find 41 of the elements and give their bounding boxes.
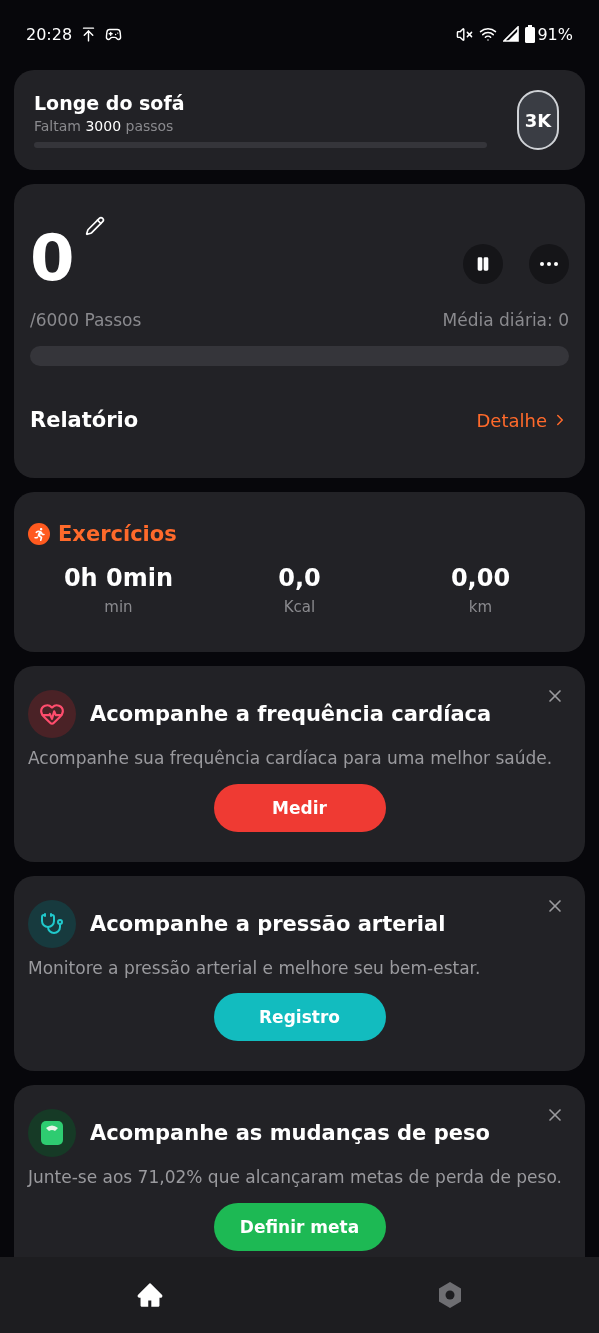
status-time: 20:28 (26, 24, 73, 44)
stat-value: 0h 0min (63, 564, 174, 592)
promo-title: Acompanhe a frequência cardíaca (90, 702, 492, 726)
battery-level: 91% (537, 24, 573, 44)
exercise-title: Exercícios (58, 522, 177, 546)
pause-icon (475, 256, 491, 272)
heart-icon (39, 701, 65, 727)
goal-subtitle: Faltam 3000 passos (34, 118, 175, 134)
stat-value: 0,0 (278, 564, 321, 592)
detail-link[interactable]: Detalhe (476, 409, 569, 431)
goal-title: Longe do sofá (34, 92, 186, 114)
promo-text: Junte-se aos 71,02% que alcançaram metas de perda de peso. (28, 1166, 563, 1189)
report-title: Relatório (30, 408, 139, 432)
more-button[interactable] (529, 244, 569, 284)
settings-tab[interactable] (436, 1281, 463, 1309)
pause-button[interactable] (463, 244, 503, 284)
promo-button[interactable]: Definir meta (213, 1202, 386, 1251)
promo-text: Acompanhe sua frequência cardíaca para uma melhor saúde. (28, 747, 554, 770)
battery-icon (525, 25, 536, 43)
step-goal: /6000 Passos (30, 310, 142, 330)
running-icon (28, 523, 50, 545)
stat-unit: km (468, 598, 493, 616)
daily-average: Média diária: 0 (442, 310, 569, 330)
promo-button[interactable]: Medir (213, 783, 386, 832)
wifi-icon (479, 25, 498, 43)
scale-icon (40, 1120, 64, 1146)
promo-text: Monitore a pressão arterial e melhore seu bem-estar. (28, 956, 482, 980)
home-tab[interactable] (136, 1281, 165, 1309)
steps-badge: 3K (517, 90, 559, 150)
promo-title: Acompanhe a pressão arterial (90, 911, 446, 936)
edit-icon[interactable] (84, 216, 105, 236)
stethoscope-icon (40, 911, 64, 936)
stat-unit: min (104, 598, 133, 616)
promo-title: Acompanhe as mudanças de peso (90, 1121, 490, 1145)
more-icon (540, 262, 558, 266)
step-count: 0 (30, 226, 75, 290)
stat-unit: Kcal (283, 598, 316, 616)
mute-icon (456, 25, 474, 43)
stat-value: 0,00 (450, 564, 511, 592)
promo-button[interactable]: Registro (213, 993, 386, 1041)
signal-icon (503, 26, 520, 42)
